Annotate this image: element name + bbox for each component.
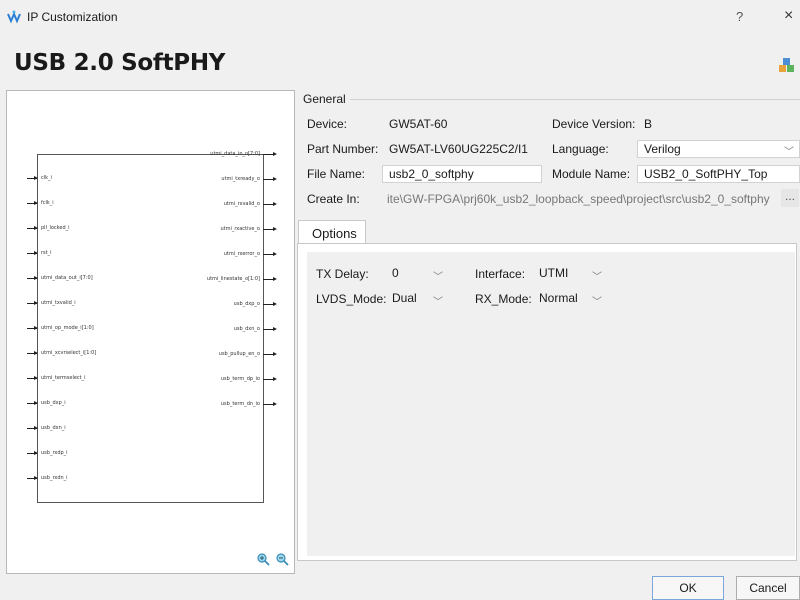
input-port-label: usb_rxdn_i bbox=[41, 475, 68, 481]
port-arrowhead bbox=[34, 476, 38, 480]
chevron-down-icon: ﹀ bbox=[433, 272, 443, 283]
port-arrowhead bbox=[34, 176, 38, 180]
file-name-input[interactable]: usb2_0_softphy bbox=[382, 165, 542, 183]
zoom-out-icon[interactable] bbox=[276, 553, 289, 566]
input-port-label: fclk_i bbox=[41, 200, 54, 206]
language-label: Language: bbox=[552, 142, 609, 156]
group-divider bbox=[350, 99, 800, 100]
port-arrowhead bbox=[273, 152, 277, 156]
port-arrowhead bbox=[34, 451, 38, 455]
input-port-label: usb_rxdp_i bbox=[41, 450, 68, 456]
port-arrowhead bbox=[273, 377, 277, 381]
close-button[interactable]: × bbox=[784, 7, 793, 25]
input-port-label: usb_dxp_i bbox=[41, 400, 66, 406]
ip-package-icon bbox=[779, 58, 794, 72]
output-port-label: utmi_linestate_o[1:0] bbox=[206, 276, 260, 282]
port-arrowhead bbox=[34, 276, 38, 280]
port-arrowhead bbox=[34, 226, 38, 230]
input-port-label: pll_locked_i bbox=[41, 225, 70, 231]
create-in-field[interactable]: ite\GW-FPGA\prj60k_usb2_loopback_speed\p… bbox=[380, 190, 778, 208]
file-name-label: File Name: bbox=[307, 167, 366, 181]
chevron-down-icon: ﹀ bbox=[592, 297, 602, 308]
module-name-label: Module Name: bbox=[552, 167, 631, 181]
device-version-field: B bbox=[637, 115, 797, 133]
port-arrowhead bbox=[34, 201, 38, 205]
device-version-label: Device Version: bbox=[552, 117, 636, 131]
output-port-label: usb_dxn_o bbox=[233, 326, 260, 332]
port-arrowhead bbox=[273, 327, 277, 331]
input-port-label: utmi_termselect_i bbox=[41, 375, 86, 381]
create-in-label: Create In: bbox=[307, 192, 360, 206]
interface-select[interactable]: UTMI ﹀ bbox=[535, 265, 607, 283]
output-port-label: usb_term_dn_io bbox=[220, 401, 260, 407]
output-port-label: utmi_txready_o bbox=[221, 176, 260, 182]
part-number-field: GW5AT-LV60UG225C2/I1 bbox=[382, 140, 542, 158]
zoom-in-icon[interactable] bbox=[257, 553, 270, 566]
rx-mode-select[interactable]: Normal ﹀ bbox=[535, 290, 607, 308]
output-port-label: utmi_data_in_o[7:0] bbox=[210, 151, 260, 157]
window-title: IP Customization bbox=[27, 10, 118, 24]
device-field: GW5AT-60 bbox=[382, 115, 542, 133]
output-port-label: usb_dxp_o bbox=[233, 301, 260, 307]
lvds-mode-label: LVDS_Mode: bbox=[316, 292, 387, 306]
tx-delay-select[interactable]: 0 ﹀ bbox=[388, 265, 448, 283]
input-port-label: utmi_xcvrselect_i[1:0] bbox=[41, 350, 97, 356]
lvds-mode-select[interactable]: Dual ﹀ bbox=[388, 290, 448, 308]
interface-label: Interface: bbox=[475, 267, 526, 281]
input-port-label: utmi_op_mode_i[1:0] bbox=[41, 325, 94, 331]
language-value: Verilog bbox=[644, 142, 681, 156]
chevron-down-icon: ﹀ bbox=[784, 147, 794, 158]
input-port-label: clk_i bbox=[41, 175, 52, 181]
ip-title: USB 2.0 SoftPHY bbox=[14, 50, 226, 76]
lvds-mode-value: Dual bbox=[392, 291, 417, 305]
port-arrowhead bbox=[273, 227, 277, 231]
rx-mode-label: RX_Mode: bbox=[475, 292, 532, 306]
input-port-label: utmi_txvalid_i bbox=[41, 300, 76, 306]
ok-button[interactable]: OK bbox=[652, 576, 724, 600]
cancel-button[interactable]: Cancel bbox=[736, 576, 800, 600]
gowin-app-icon bbox=[7, 10, 21, 24]
port-arrowhead bbox=[34, 401, 38, 405]
help-button[interactable]: ? bbox=[736, 9, 743, 24]
input-port-label: utmi_data_out_i[7:0] bbox=[41, 275, 93, 281]
output-port-label: utmi_rxvalid_o bbox=[223, 201, 260, 207]
port-arrowhead bbox=[34, 326, 38, 330]
output-port-label: usb_term_dp_io bbox=[220, 376, 260, 382]
tx-delay-value: 0 bbox=[392, 266, 399, 280]
port-arrowhead bbox=[34, 426, 38, 430]
input-port-label: usb_dxn_i bbox=[41, 425, 66, 431]
tx-delay-label: TX Delay: bbox=[316, 267, 369, 281]
language-select[interactable]: Verilog ﹀ bbox=[637, 140, 800, 158]
input-port-label: rst_i bbox=[41, 250, 52, 256]
port-arrowhead bbox=[34, 301, 38, 305]
output-port-label: utmi_rxactive_o bbox=[220, 226, 260, 232]
browse-button[interactable]: ... bbox=[781, 189, 799, 207]
title-bar: IP Customization ? × bbox=[0, 0, 800, 34]
device-label: Device: bbox=[307, 117, 348, 131]
chevron-down-icon: ﹀ bbox=[433, 297, 443, 308]
port-arrowhead bbox=[273, 177, 277, 181]
rx-mode-value: Normal bbox=[539, 291, 578, 305]
chevron-down-icon: ﹀ bbox=[592, 272, 602, 283]
port-arrowhead bbox=[273, 277, 277, 281]
port-arrowhead bbox=[273, 402, 277, 406]
port-arrowhead bbox=[34, 251, 38, 255]
port-arrowhead bbox=[34, 376, 38, 380]
general-group-heading: General bbox=[303, 92, 346, 106]
module-name-input[interactable]: USB2_0_SoftPHY_Top bbox=[637, 165, 800, 183]
port-arrowhead bbox=[273, 252, 277, 256]
port-arrowhead bbox=[273, 302, 277, 306]
port-arrowhead bbox=[273, 352, 277, 356]
tab-options[interactable]: Options bbox=[298, 220, 366, 243]
output-port-label: utmi_rxerror_o bbox=[223, 251, 260, 257]
part-number-label: Part Number: bbox=[307, 142, 379, 156]
port-arrowhead bbox=[273, 202, 277, 206]
port-arrowhead bbox=[34, 351, 38, 355]
ip-diagram-panel: clk_i fclk_i pll_locked_i rst_i utmi_data_ou… bbox=[6, 90, 295, 574]
interface-value: UTMI bbox=[539, 266, 569, 280]
output-port-label: usb_pullup_en_o bbox=[218, 351, 260, 357]
